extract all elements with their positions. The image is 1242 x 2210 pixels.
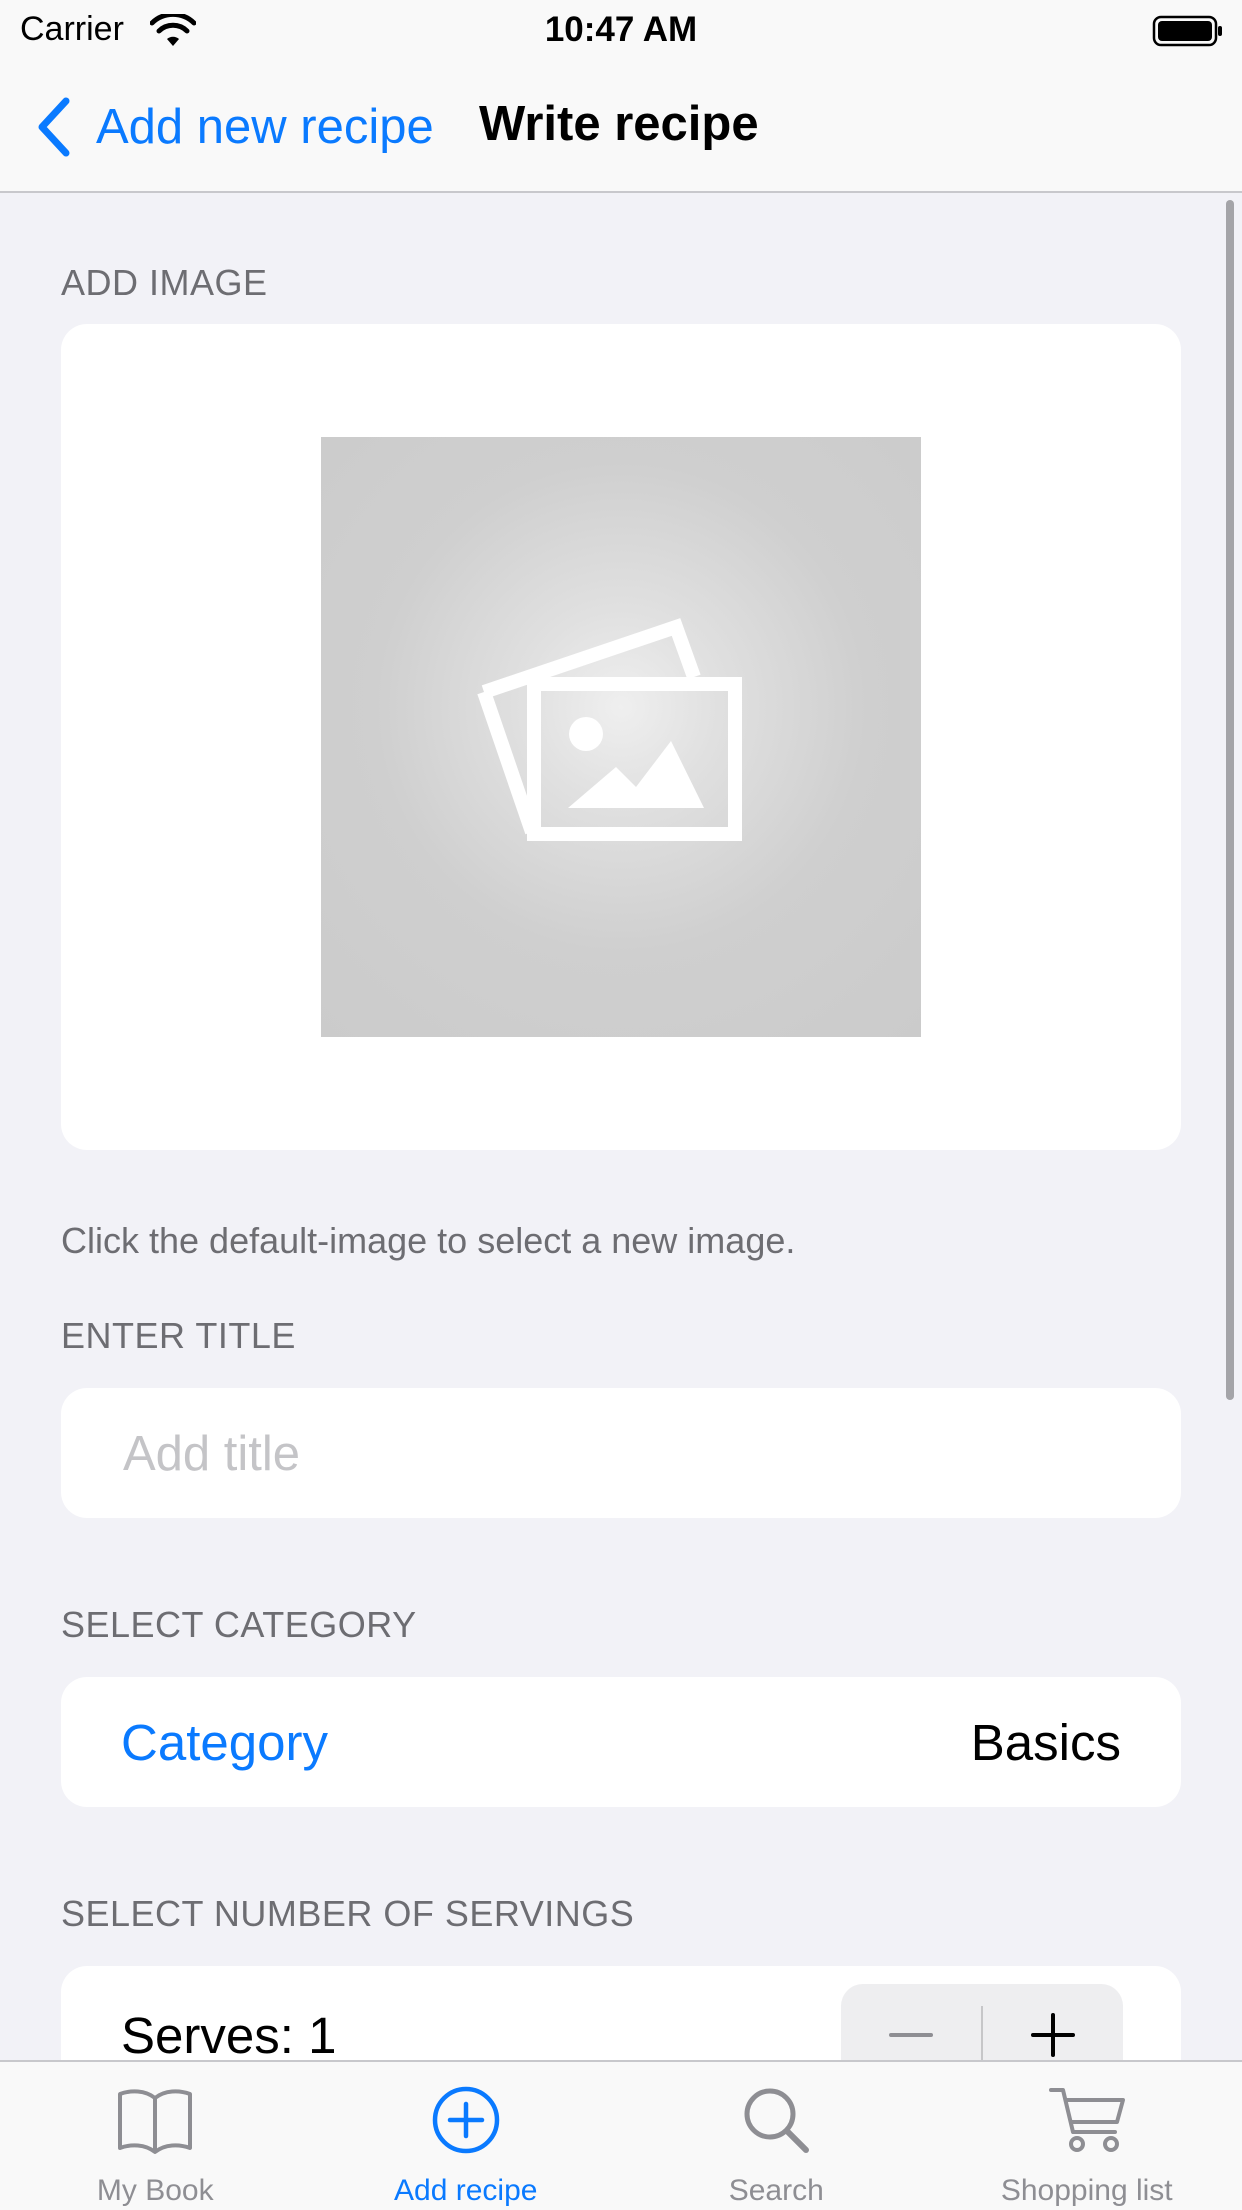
select-category-header: SELECT CATEGORY <box>61 1604 417 1646</box>
plus-icon <box>1031 2013 1075 2057</box>
tab-search[interactable]: Search <box>621 2062 932 2210</box>
cart-icon <box>1047 2084 1127 2156</box>
tab-label: My Book <box>0 2174 311 2208</box>
book-icon <box>115 2084 195 2156</box>
page-title: Write recipe <box>479 96 759 152</box>
tab-label: Add recipe <box>311 2174 622 2208</box>
back-button[interactable]: Add new recipe <box>34 92 434 162</box>
tab-my-book[interactable]: My Book <box>0 2062 311 2210</box>
search-icon <box>736 2084 816 2156</box>
tab-shopping-list[interactable]: Shopping list <box>932 2062 1242 2210</box>
default-image-button[interactable] <box>321 437 921 1037</box>
plus-circle-icon <box>426 2084 506 2156</box>
category-value: Basics <box>971 1713 1121 1772</box>
category-picker[interactable]: Category Basics <box>61 1677 1181 1807</box>
battery-icon <box>1152 14 1224 48</box>
image-caption: Click the default-image to select a new … <box>61 1220 795 1262</box>
serves-label: Serves: 1 <box>121 2006 336 2065</box>
back-button-label: Add new recipe <box>96 99 434 155</box>
minus-icon <box>889 2032 933 2038</box>
chevron-left-icon <box>34 95 74 159</box>
tab-label: Search <box>621 2174 932 2208</box>
status-time: 10:47 AM <box>0 10 1242 50</box>
tab-label: Shopping list <box>932 2174 1242 2208</box>
add-image-header: ADD IMAGE <box>61 262 268 304</box>
tab-bar: My Book Add recipe Search Shopping list <box>0 2060 1242 2210</box>
category-label: Category <box>121 1713 328 1772</box>
photo-icon <box>476 617 746 847</box>
title-card <box>61 1388 1181 1518</box>
scrollbar[interactable] <box>1226 200 1234 1400</box>
title-input[interactable] <box>121 1388 1125 1520</box>
select-servings-header: SELECT NUMBER OF SERVINGS <box>61 1893 634 1935</box>
tab-add-recipe[interactable]: Add recipe <box>311 2062 622 2210</box>
enter-title-header: ENTER TITLE <box>61 1315 296 1357</box>
